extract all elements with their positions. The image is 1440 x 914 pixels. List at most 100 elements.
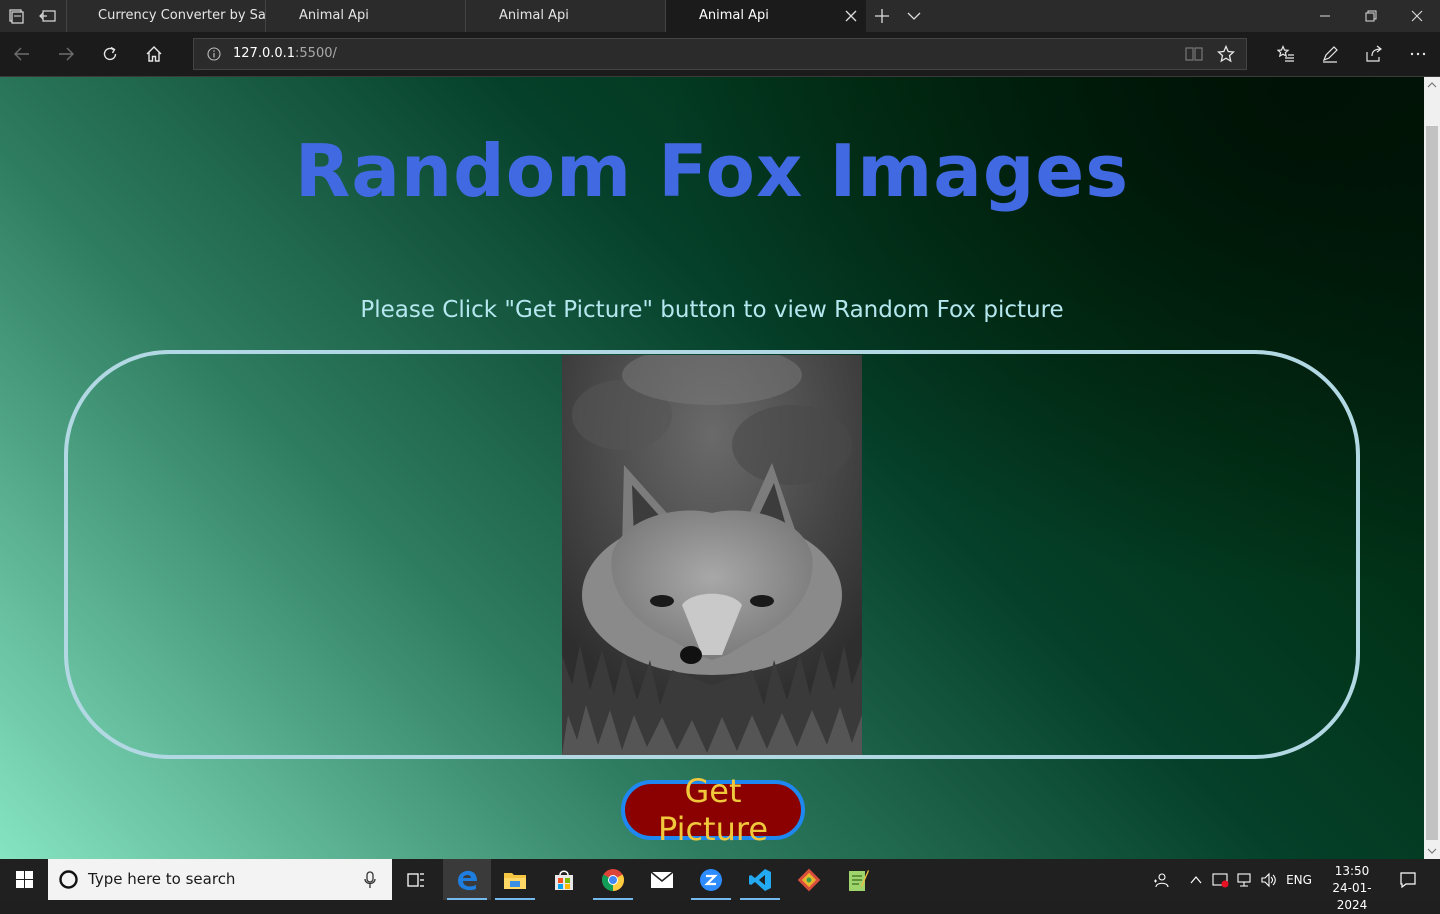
task-view-button[interactable] xyxy=(392,859,440,900)
url-host: 127.0.0.1 xyxy=(233,46,296,61)
minimize-icon xyxy=(1320,15,1330,17)
navigation-bar: 127.0.0.1:5500/ xyxy=(0,32,1440,77)
tab-set-aside-icon[interactable] xyxy=(7,7,25,25)
tab-preview-button[interactable] xyxy=(898,0,930,32)
plus-icon xyxy=(875,9,889,23)
refresh-button[interactable] xyxy=(88,32,132,76)
page-viewport: Random Fox Images Please Click "Get Pict… xyxy=(0,77,1424,859)
git-icon xyxy=(797,868,821,891)
back-button[interactable] xyxy=(0,32,44,76)
clock-time: 13:50 xyxy=(1334,864,1370,878)
taskbar-search-box[interactable]: Type here to search xyxy=(48,859,392,900)
cortana-icon xyxy=(59,870,78,889)
taskbar-edge[interactable] xyxy=(443,859,491,900)
zoom-icon xyxy=(700,868,722,891)
scroll-thumb[interactable] xyxy=(1426,126,1438,840)
action-center-button[interactable] xyxy=(1390,859,1426,900)
taskbar-file-explorer[interactable] xyxy=(491,859,539,900)
tray-people[interactable] xyxy=(1148,859,1174,900)
chevron-up-icon xyxy=(1190,875,1202,883)
chevron-down-icon xyxy=(907,12,921,20)
tab-animal-api-2[interactable]: Animal Api xyxy=(465,0,664,32)
refresh-icon xyxy=(103,46,117,61)
taskbar-notepad[interactable] xyxy=(834,859,882,900)
arrow-left-icon xyxy=(14,47,29,61)
tab-title: Animal Api xyxy=(699,8,769,23)
favorite-star-icon[interactable] xyxy=(1217,45,1235,63)
speaker-icon xyxy=(1261,872,1276,887)
chrome-icon xyxy=(602,868,624,891)
people-icon xyxy=(1154,872,1169,887)
taskbar-store[interactable] xyxy=(540,859,588,900)
scroll-down-button[interactable] xyxy=(1424,843,1440,859)
notification-icon xyxy=(1400,871,1416,888)
defender-alert-icon xyxy=(1212,872,1229,887)
page-scrollbar[interactable] xyxy=(1424,77,1440,859)
tab-currency-converter[interactable]: Currency Converter by Sai C xyxy=(66,0,265,32)
minimize-button[interactable] xyxy=(1302,0,1348,32)
taskbar-mail[interactable] xyxy=(638,859,686,900)
task-view-icon xyxy=(407,872,424,887)
close-tab-icon[interactable] xyxy=(844,9,858,23)
tray-network[interactable] xyxy=(1234,859,1256,900)
info-icon[interactable] xyxy=(207,47,221,61)
reading-view-icon[interactable] xyxy=(1185,46,1203,62)
microphone-icon[interactable] xyxy=(364,871,376,889)
language-indicator: ENG xyxy=(1286,872,1312,887)
close-icon xyxy=(1411,10,1423,22)
forward-button[interactable] xyxy=(44,32,88,76)
taskbar-git[interactable] xyxy=(785,859,833,900)
tab-animal-api-active[interactable]: Animal Api xyxy=(665,0,866,32)
chevron-down-icon xyxy=(1427,848,1437,854)
pen-icon xyxy=(1322,46,1338,63)
restore-icon xyxy=(1365,10,1377,22)
start-button[interactable] xyxy=(0,859,48,900)
windows-taskbar: Type here to search ENG 13:50 24-01-2024 xyxy=(0,859,1440,912)
arrow-right-icon xyxy=(59,47,74,61)
instructions-text: Please Click "Get Picture" button to vie… xyxy=(360,297,1064,323)
favorites-list-icon xyxy=(1277,45,1294,62)
share-button[interactable] xyxy=(1352,32,1396,76)
tray-security[interactable] xyxy=(1210,859,1232,900)
home-button[interactable] xyxy=(132,32,176,76)
file-explorer-icon xyxy=(504,872,526,889)
new-tab-button[interactable] xyxy=(866,0,898,32)
edge-icon xyxy=(458,870,477,890)
taskbar-clock[interactable]: 13:50 24-01-2024 xyxy=(1318,863,1386,914)
home-icon xyxy=(146,46,162,62)
favorites-hub-button[interactable] xyxy=(1264,32,1308,76)
tray-show-hidden[interactable] xyxy=(1186,859,1206,900)
fox-image xyxy=(562,355,862,755)
scroll-up-button[interactable] xyxy=(1424,77,1440,93)
chevron-up-icon xyxy=(1427,82,1437,88)
page-title: Random Fox Images xyxy=(294,129,1130,213)
vscode-icon xyxy=(749,868,771,891)
url-path: :5500/ xyxy=(295,46,337,61)
tab-title: Animal Api xyxy=(499,8,569,23)
tray-language[interactable]: ENG xyxy=(1282,859,1316,900)
restore-button[interactable] xyxy=(1348,0,1394,32)
windows-logo-icon xyxy=(15,871,33,888)
address-bar[interactable]: 127.0.0.1:5500/ xyxy=(193,38,1247,70)
close-window-button[interactable] xyxy=(1394,0,1440,32)
tab-title: Currency Converter by Sai C xyxy=(98,8,265,23)
mail-icon xyxy=(650,870,674,888)
tab-animal-api-1[interactable]: Animal Api xyxy=(265,0,464,32)
share-icon xyxy=(1366,45,1382,62)
web-note-button[interactable] xyxy=(1308,32,1352,76)
more-button[interactable] xyxy=(1396,32,1440,76)
search-placeholder: Type here to search xyxy=(88,870,236,888)
get-picture-button[interactable]: Get Picture xyxy=(621,772,805,848)
taskbar-zoom[interactable] xyxy=(687,859,735,900)
url-text[interactable]: 127.0.0.1:5500/ xyxy=(233,39,337,69)
tabs-aside-icon[interactable] xyxy=(39,7,57,25)
notepad-icon xyxy=(849,869,869,891)
taskbar-chrome[interactable] xyxy=(589,859,637,900)
network-icon xyxy=(1237,872,1251,887)
tray-volume[interactable] xyxy=(1258,859,1280,900)
store-icon xyxy=(555,870,573,890)
tab-bar: Currency Converter by Sai C Animal Api A… xyxy=(0,0,1440,32)
clock-date: 24-01-2024 xyxy=(1332,881,1372,912)
tab-title: Animal Api xyxy=(299,8,369,23)
taskbar-vscode[interactable] xyxy=(736,859,784,900)
